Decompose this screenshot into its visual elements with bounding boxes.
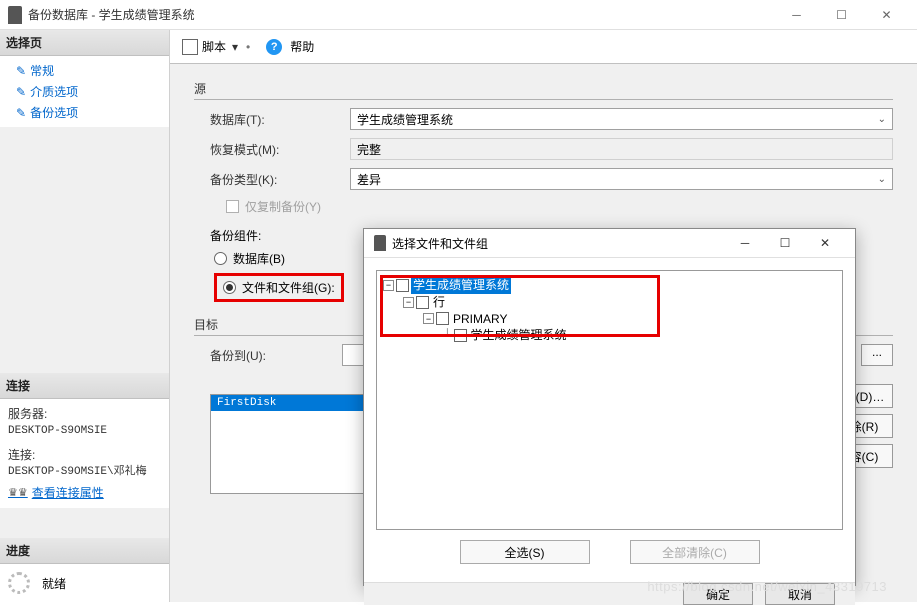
- copy-only-checkbox[interactable]: [226, 200, 239, 213]
- dialog-title: 选择文件和文件组: [392, 235, 725, 252]
- nav-backup-options[interactable]: ✎备份选项: [0, 102, 169, 123]
- toolbar: 脚本 ▾ • ? 帮助: [170, 30, 917, 64]
- source-group-label: 源: [194, 80, 893, 97]
- highlight-box: 文件和文件组(G):: [214, 273, 344, 302]
- maximize-button[interactable]: ☐: [819, 1, 864, 29]
- database-icon: [374, 235, 386, 251]
- tree-node-row[interactable]: 行: [431, 294, 447, 311]
- select-page-header: 选择页: [0, 30, 169, 56]
- server-label: 服务器:: [8, 405, 161, 423]
- people-icon: ♛♛: [8, 485, 28, 502]
- spinner-icon: [8, 572, 30, 594]
- database-dropdown[interactable]: 学生成绩管理系统 ⌄: [350, 108, 893, 130]
- script-icon: [182, 39, 198, 55]
- tree-leaf[interactable]: 学生成绩管理系统: [469, 327, 569, 344]
- tree-root[interactable]: 学生成绩管理系统: [411, 277, 511, 294]
- database-label: 数据库(T):: [210, 111, 350, 128]
- backup-to-label: 备份到(U):: [210, 347, 334, 364]
- dialog-maximize-button[interactable]: ☐: [765, 229, 805, 257]
- connection-value: DESKTOP-S9OMSIE\邓礼梅: [8, 464, 161, 481]
- nav-media[interactable]: ✎介质选项: [0, 81, 169, 102]
- window-title: 备份数据库 - 学生成绩管理系统: [28, 6, 774, 23]
- script-dropdown-icon[interactable]: ▾: [232, 40, 238, 54]
- select-files-dialog: 选择文件和文件组 ─ ☐ ✕ − 学生成绩管理系统 − 行 − PRIMARY: [363, 228, 856, 586]
- tree-checkbox[interactable]: [436, 312, 449, 325]
- recovery-label: 恢复模式(M):: [210, 141, 350, 158]
- titlebar: 备份数据库 - 学生成绩管理系统 ─ ☐ ✕: [0, 0, 917, 30]
- dialog-minimize-button[interactable]: ─: [725, 229, 765, 257]
- recovery-field: 完整: [350, 138, 893, 160]
- help-icon: ?: [266, 39, 282, 55]
- progress-status: 就绪: [42, 575, 66, 592]
- backup-type-dropdown[interactable]: 差异 ⌄: [350, 168, 893, 190]
- backup-type-label: 备份类型(K):: [210, 171, 350, 188]
- view-connection-props-link[interactable]: ♛♛查看连接属性: [8, 484, 161, 502]
- tree-node-primary[interactable]: PRIMARY: [451, 311, 509, 328]
- minimize-button[interactable]: ─: [774, 1, 819, 29]
- dialog-close-button[interactable]: ✕: [805, 229, 845, 257]
- tree-checkbox[interactable]: [416, 296, 429, 309]
- nav-general[interactable]: ✎常规: [0, 60, 169, 81]
- connection-label: 连接:: [8, 446, 161, 464]
- connection-header: 连接: [0, 373, 169, 399]
- tree-checkbox[interactable]: [454, 329, 467, 342]
- radio-database-label: 数据库(B): [233, 250, 285, 267]
- progress-header: 进度: [0, 538, 169, 564]
- close-button[interactable]: ✕: [864, 1, 909, 29]
- chevron-down-icon: ⌄: [878, 174, 886, 185]
- sidebar: 选择页 ✎常规 ✎介质选项 ✎备份选项 连接 服务器: DESKTOP-S9OM…: [0, 30, 170, 602]
- database-icon: [8, 6, 22, 24]
- tree-checkbox[interactable]: [396, 279, 409, 292]
- chevron-down-icon: ⌄: [878, 114, 886, 125]
- script-button[interactable]: 脚本: [202, 38, 226, 55]
- tree-collapse-icon[interactable]: −: [403, 297, 414, 308]
- server-value: DESKTOP-S9OMSIE: [8, 423, 161, 440]
- tree-collapse-icon[interactable]: −: [423, 313, 434, 324]
- help-button[interactable]: 帮助: [290, 38, 314, 55]
- radio-database[interactable]: [214, 252, 227, 265]
- browse-button[interactable]: ...: [861, 344, 893, 366]
- tree-collapse-icon[interactable]: −: [383, 280, 394, 291]
- tree-view[interactable]: − 学生成绩管理系统 − 行 − PRIMARY └ 学生成绩管理系统: [376, 270, 843, 530]
- radio-files-label: 文件和文件组(G):: [242, 279, 335, 296]
- radio-files[interactable]: [223, 281, 236, 294]
- clear-all-button[interactable]: 全部清除(C): [630, 540, 760, 564]
- select-all-button[interactable]: 全选(S): [460, 540, 590, 564]
- copy-only-label: 仅复制备份(Y): [245, 198, 321, 215]
